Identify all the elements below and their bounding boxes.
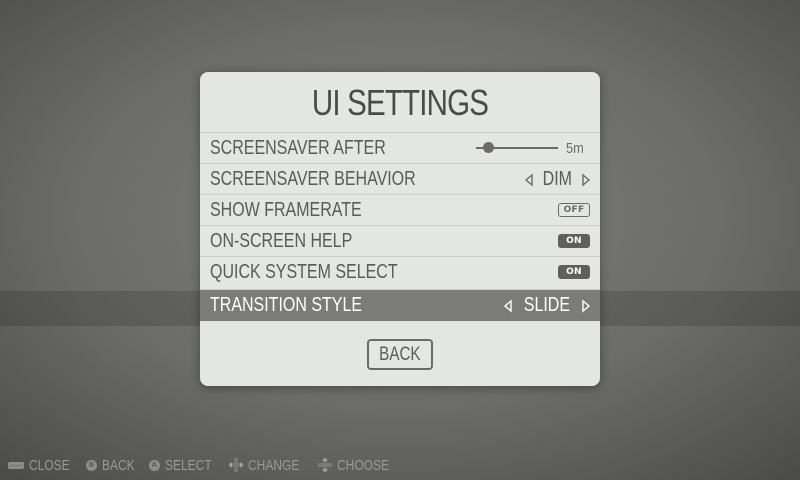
b-button-icon: B (85, 459, 97, 471)
slider-knob[interactable] (482, 142, 494, 153)
row-screensaver-after[interactable]: SCREENSAVER AFTER 5m (200, 132, 600, 163)
row-screensaver-behavior[interactable]: SCREENSAVER BEHAVIOR DIM (200, 163, 600, 194)
row-show-framerate[interactable]: SHOW FRAMERATE OFF (200, 194, 600, 225)
row-label: ON-SCREEN HELP (210, 230, 353, 252)
option-selector[interactable]: DIM (523, 164, 592, 195)
help-item-change: CHANGE (229, 457, 306, 474)
quick-system-select-toggle[interactable]: ON (558, 265, 590, 279)
row-quick-system-select[interactable]: QUICK SYSTEM SELECT ON (200, 256, 600, 287)
help-label: CHANGE (248, 456, 300, 474)
row-label: SCREENSAVER BEHAVIOR (210, 168, 416, 190)
row-label: TRANSITION STYLE (210, 294, 363, 316)
row-label: SCREENSAVER AFTER (210, 137, 386, 159)
row-label: SHOW FRAMERATE (210, 199, 362, 221)
arrow-left-icon[interactable] (502, 299, 514, 313)
option-value: DIM (542, 168, 573, 190)
arrow-right-icon[interactable] (580, 299, 592, 313)
row-label: QUICK SYSTEM SELECT (210, 261, 398, 283)
help-label: SELECT (164, 456, 212, 474)
arrow-left-icon[interactable] (523, 173, 535, 187)
row-on-screen-help[interactable]: ON-SCREEN HELP ON (200, 225, 600, 256)
dialog-title: UI SETTINGS (311, 82, 489, 123)
back-button[interactable]: BACK (367, 339, 433, 370)
option-selector[interactable]: SLIDE (502, 290, 592, 321)
help-bar: START CLOSE B BACK A SELECT CHANGE CHOOS… (8, 454, 408, 476)
a-button-icon: A (148, 459, 160, 471)
row-transition-style[interactable]: TRANSITION STYLE SLIDE (200, 289, 600, 321)
help-item-select: A SELECT (148, 456, 217, 474)
screensaver-after-slider[interactable] (476, 133, 560, 164)
dpad-leftright-icon (229, 458, 244, 472)
slider-value: 5m (566, 140, 584, 157)
back-button-label: BACK (379, 344, 421, 365)
help-label: CLOSE (29, 456, 70, 474)
help-item-choose: CHOOSE (318, 457, 396, 474)
arrow-right-icon[interactable] (580, 173, 592, 187)
framerate-toggle[interactable]: OFF (558, 203, 590, 217)
option-value: SLIDE (523, 294, 571, 316)
help-toggle[interactable]: ON (558, 234, 590, 248)
dpad-updown-icon (318, 458, 333, 472)
help-label: CHOOSE (337, 456, 390, 474)
help-item-back: B BACK (85, 456, 137, 474)
start-button-icon: START (8, 461, 24, 469)
ui-settings-dialog: UI SETTINGS SCREENSAVER AFTER 5m SCREENS… (200, 72, 600, 386)
help-item-close: START CLOSE (8, 457, 74, 474)
help-label: BACK (101, 456, 135, 474)
